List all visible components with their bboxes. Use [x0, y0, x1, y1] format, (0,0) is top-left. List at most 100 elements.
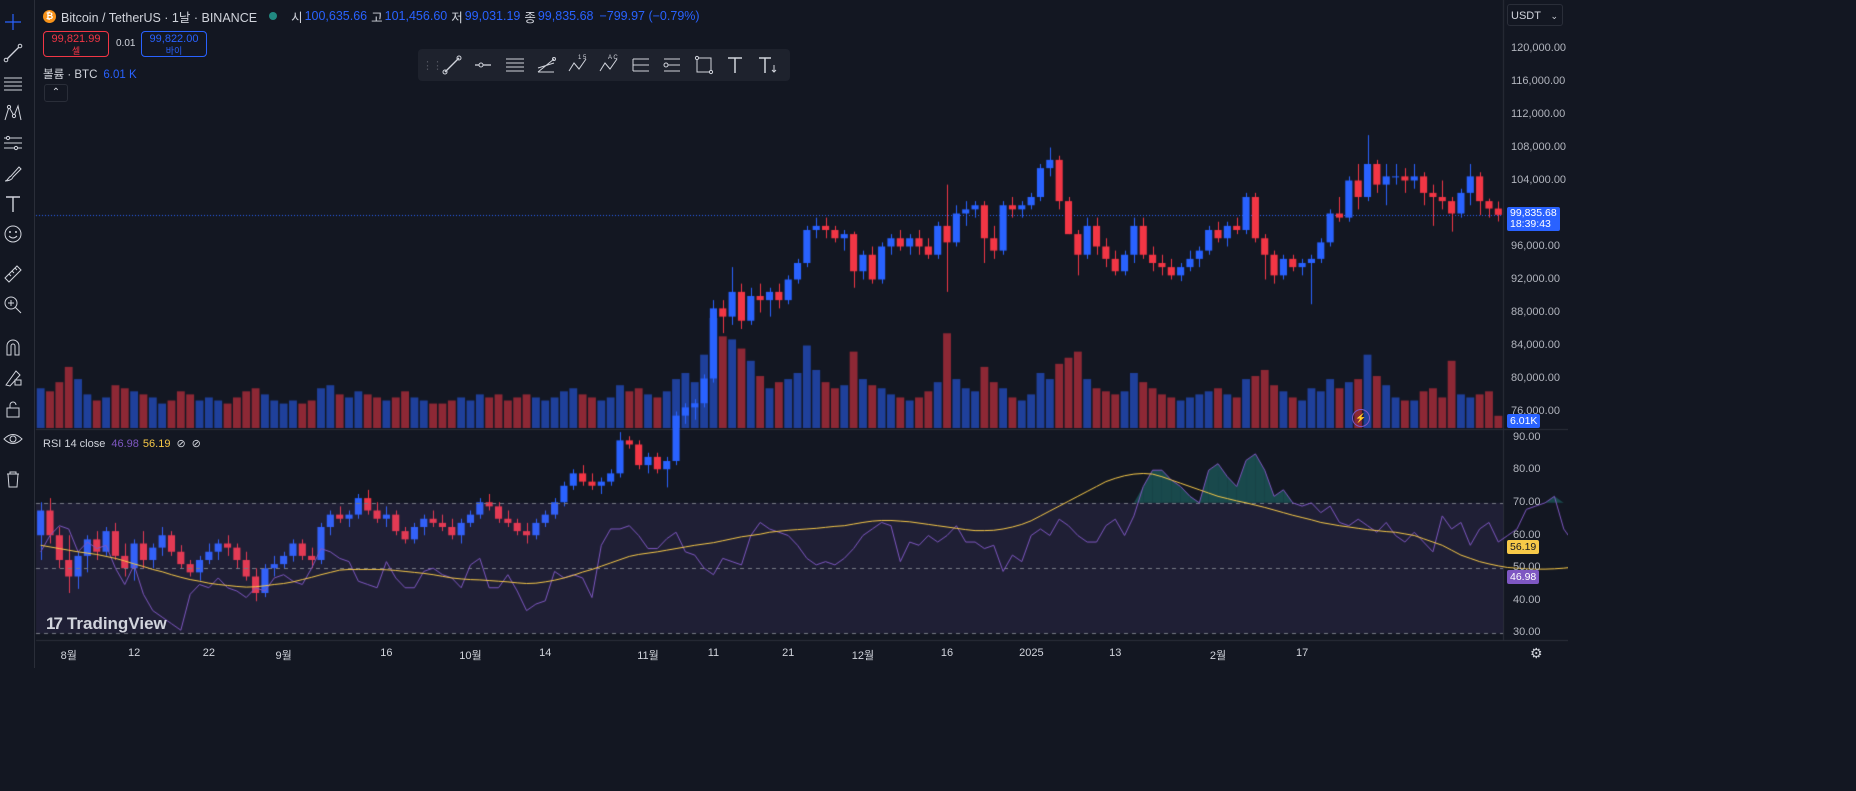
time-axis-label: 11: [707, 647, 720, 659]
left-drawing-toolbar: [0, 0, 35, 668]
bitcoin-logo-icon: ₿: [43, 9, 56, 23]
pattern-icon[interactable]: [1, 101, 25, 125]
date-price-range-icon[interactable]: [657, 51, 689, 79]
volume-badge: 6.01K: [1507, 414, 1541, 428]
ruler-icon[interactable]: [1, 262, 25, 286]
rsi-axis-tick: 30.00: [1513, 626, 1541, 639]
fib-lines-icon[interactable]: [1, 71, 25, 95]
rsi-legend[interactable]: RSI 14 close 46.98 56.19 ⊘ ⊘: [43, 437, 201, 450]
price-axis-tick: 112,000.00: [1511, 107, 1566, 120]
time-axis-label: 14: [539, 647, 552, 659]
time-axis-label: 12: [127, 647, 141, 659]
low-value: 99,031.19: [464, 9, 521, 23]
magnet-icon[interactable]: [1, 335, 25, 359]
time-axis-label: 10월: [459, 650, 482, 662]
high-label: 고: [371, 10, 383, 25]
price-range-icon[interactable]: [625, 51, 657, 79]
trash-icon[interactable]: [1, 467, 25, 491]
sell-button[interactable]: 99,821.99 셀: [43, 31, 109, 57]
current-price-badge: 99,835.68 18:39:43: [1507, 206, 1560, 231]
low-label: 저: [451, 10, 463, 25]
volume-label: 볼륨 · BTC: [43, 69, 98, 81]
volume-legend[interactable]: 볼륨 · BTC 6.01 K: [43, 66, 137, 82]
brush-icon[interactable]: [1, 161, 25, 185]
buy-price: 99,822.00: [149, 33, 199, 45]
time-axis-label: 11월: [637, 650, 659, 662]
currency-select[interactable]: USDT ⌄: [1507, 4, 1563, 26]
price-axis-tick: 120,000.00: [1511, 41, 1567, 54]
lock-pen-icon[interactable]: [1, 366, 25, 390]
rsi-axis-tick: 40.00: [1513, 593, 1541, 606]
anchored-text-icon[interactable]: [751, 51, 783, 79]
price-axis-tick: 104,000.00: [1511, 173, 1567, 186]
time-axis-label: 9월: [275, 650, 292, 662]
price-axis-tick: 108,000.00: [1511, 140, 1567, 153]
text-icon[interactable]: [1, 192, 25, 216]
rsi-axis-tick: 60.00: [1513, 528, 1541, 541]
hide-icon[interactable]: ⊘: [176, 438, 185, 450]
chevron-down-icon: ⌄: [1550, 11, 1558, 21]
lock-icon[interactable]: [1, 397, 25, 421]
time-axis-label: 12월: [851, 650, 875, 662]
price-chart-canvas[interactable]: [0, 0, 1568, 668]
close-label: 종: [524, 10, 536, 25]
floating-drawing-toolbar: ⋮⋮ 1 5 A C: [418, 49, 790, 81]
price-axis-tick: 116,000.00: [1511, 74, 1566, 87]
zoom-icon[interactable]: [1, 293, 25, 317]
rsi-label: RSI 14 close: [43, 438, 106, 450]
tradingview-mark-icon: 17: [46, 614, 63, 633]
rsi-value-badge: 46.98: [1507, 569, 1540, 584]
source-icon[interactable]: ⊘: [192, 438, 201, 450]
trendline-icon[interactable]: [1, 41, 25, 65]
close-value: 99,835.68: [537, 9, 594, 23]
symbol-header: ₿ Bitcoin / TetherUS · 1날 · BINANCE 시 100…: [43, 7, 700, 26]
symbol-title[interactable]: Bitcoin / TetherUS · 1날 · BINANCE: [61, 7, 257, 26]
collapse-legend-button[interactable]: ⌃: [44, 84, 68, 102]
rsi-axis-tick: 70.00: [1513, 495, 1541, 508]
buy-button[interactable]: 99,822.00 바이: [141, 31, 207, 57]
rsi-axis-tick: 90.00: [1513, 430, 1541, 443]
drag-handle-icon[interactable]: ⋮⋮: [422, 59, 443, 72]
volume-value: 6.01 K: [103, 69, 137, 81]
time-axis-label: 8월: [60, 650, 77, 662]
time-axis-label: 22: [202, 647, 215, 659]
open-label: 시: [291, 10, 303, 25]
crosshair-icon[interactable]: [1, 10, 25, 34]
rsi-value: 46.98: [111, 438, 139, 450]
time-axis-label: 17: [1295, 647, 1309, 659]
rsi-ma-badge: 56.19: [1507, 539, 1540, 554]
rsi-ma-value: 56.19: [142, 438, 171, 450]
market-status-icon[interactable]: [269, 12, 278, 20]
eye-icon[interactable]: [1, 427, 25, 451]
abcd-pattern-icon[interactable]: 1 5: [562, 51, 594, 79]
price-axis-tick: 96,000.00: [1511, 239, 1560, 252]
sell-price: 99,821.99: [51, 33, 101, 45]
fib-retracement-icon[interactable]: [531, 51, 563, 79]
time-axis-label: 21: [782, 647, 795, 659]
price-axis-tick: 88,000.00: [1511, 305, 1560, 318]
trendline-tool-icon[interactable]: [436, 51, 468, 79]
horizontal-ray-icon[interactable]: [468, 51, 500, 79]
svg-text:1 5: 1 5: [578, 55, 587, 61]
gann-icon[interactable]: [1, 131, 25, 155]
time-axis-label: 16: [940, 647, 954, 659]
open-value: 100,635.66: [304, 9, 368, 23]
currency-label: USDT: [1511, 10, 1541, 22]
chart-settings-icon[interactable]: ⚙: [1530, 645, 1543, 662]
svg-text:A C: A C: [608, 55, 618, 61]
price-axis-tick: 92,000.00: [1511, 272, 1560, 285]
parallel-channel-icon[interactable]: [499, 51, 531, 79]
text-tool-icon[interactable]: [720, 51, 752, 79]
rsi-axis-tick: 80.00: [1513, 463, 1541, 476]
price-axis-tick: 84,000.00: [1511, 338, 1560, 351]
high-value: 101,456.60: [384, 9, 448, 23]
spread-value: 0.01: [116, 38, 136, 49]
buy-label: 바이: [165, 46, 183, 56]
price-axis-tick: 80,000.00: [1511, 371, 1560, 384]
emoji-icon[interactable]: [1, 222, 25, 246]
time-axis-label: 16: [380, 647, 393, 659]
tradingview-logo[interactable]: 17 TradingView: [46, 614, 167, 634]
xabcd-pattern-icon[interactable]: A C: [594, 51, 626, 79]
alert-lightning-icon[interactable]: ⚡: [1352, 409, 1370, 427]
rectangle-icon[interactable]: [688, 51, 720, 79]
